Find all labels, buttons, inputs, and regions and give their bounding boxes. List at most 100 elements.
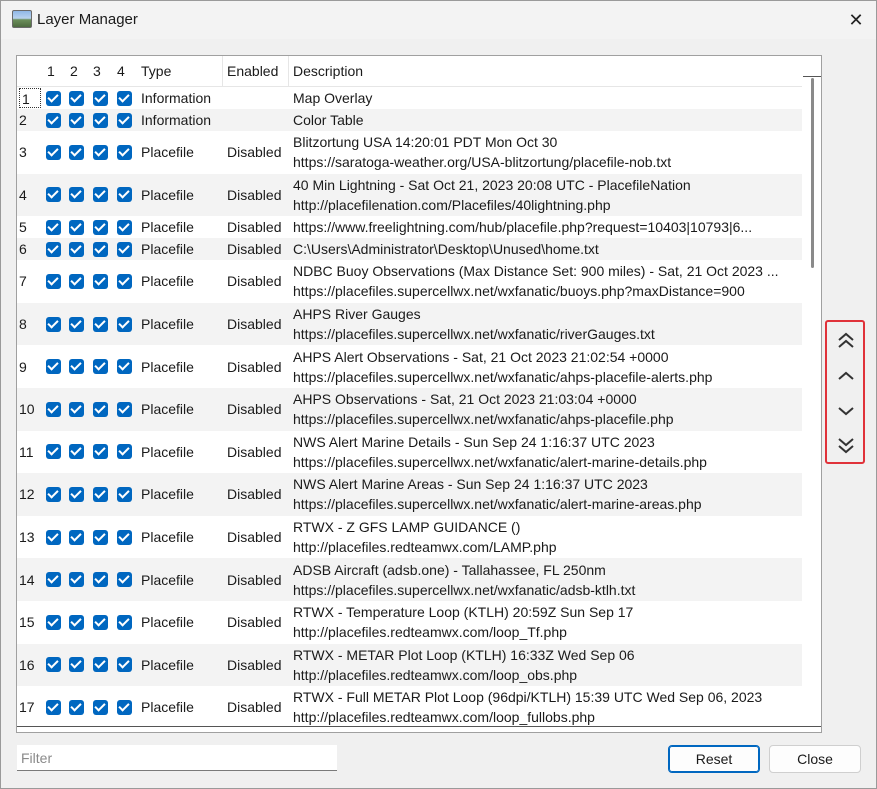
layer-checkbox-4[interactable] — [117, 486, 132, 502]
layer-checkbox-4[interactable] — [117, 572, 132, 588]
layer-checkbox-3[interactable] — [93, 444, 108, 460]
vertical-scrollbar[interactable] — [803, 56, 821, 732]
layer-checkbox-1[interactable] — [46, 657, 61, 673]
table-row[interactable]: 14 Placefile Disabled ADSB Aircraft (adsb.o… — [17, 558, 802, 601]
table-row[interactable]: 1 Information Map Overlay — [17, 87, 802, 109]
layer-checkbox-3[interactable] — [93, 112, 108, 128]
table-row[interactable]: 5 Placefile Disabled https://www.freelightn… — [17, 216, 802, 238]
layer-checkbox-4[interactable] — [117, 529, 132, 545]
layer-checkbox-1[interactable] — [46, 359, 61, 375]
move-down-button[interactable] — [833, 398, 859, 424]
layer-checkbox-1[interactable] — [46, 486, 61, 502]
layer-checkbox-3[interactable] — [93, 187, 108, 203]
reset-button[interactable]: Reset — [668, 745, 760, 773]
header-col-2[interactable]: 2 — [66, 56, 89, 86]
layer-checkbox-4[interactable] — [117, 144, 132, 160]
layer-checkbox-1[interactable] — [46, 401, 61, 417]
layer-checkbox-4[interactable] — [117, 273, 132, 289]
table-row[interactable]: 6 Placefile Disabled C:\Users\Administrator… — [17, 238, 802, 261]
layer-checkbox-4[interactable] — [117, 90, 132, 106]
layer-checkbox-2[interactable] — [69, 572, 84, 588]
layer-checkbox-4[interactable] — [117, 112, 132, 128]
table-row[interactable]: 7 Placefile Disabled NDBC Buoy Observations… — [17, 260, 802, 303]
layer-checkbox-4[interactable] — [117, 444, 132, 460]
move-to-bottom-button[interactable] — [833, 432, 859, 458]
header-col-4[interactable]: 4 — [113, 56, 137, 86]
table-row[interactable]: 8 Placefile Disabled AHPS River Gauges https… — [17, 302, 802, 346]
layer-checkbox-3[interactable] — [93, 572, 108, 588]
layer-checkbox-4[interactable] — [117, 241, 132, 257]
layer-checkbox-4[interactable] — [117, 657, 132, 673]
layer-checkbox-2[interactable] — [69, 486, 84, 502]
header-description[interactable]: Description — [289, 56, 799, 86]
layer-checkbox-1[interactable] — [46, 144, 61, 160]
layer-checkbox-2[interactable] — [69, 614, 84, 630]
layer-checkbox-4[interactable] — [117, 187, 132, 203]
layer-checkbox-1[interactable] — [46, 219, 61, 235]
layer-checkbox-1[interactable] — [46, 241, 61, 257]
layer-checkbox-2[interactable] — [69, 699, 84, 715]
layer-checkbox-2[interactable] — [69, 359, 84, 375]
layer-checkbox-1[interactable] — [46, 112, 61, 128]
layer-checkbox-3[interactable] — [93, 699, 108, 715]
layer-checkbox-3[interactable] — [93, 486, 108, 502]
layer-checkbox-1[interactable] — [46, 614, 61, 630]
table-row[interactable]: 2 Information Color Table — [17, 109, 802, 131]
layer-checkbox-2[interactable] — [69, 90, 84, 106]
layer-checkbox-1[interactable] — [46, 273, 61, 289]
table-row[interactable]: 11 Placefile Disabled NWS Alert Marine Deta… — [17, 431, 802, 474]
layer-checkbox-4[interactable] — [117, 359, 132, 375]
horizontal-scrollbar[interactable] — [17, 726, 821, 727]
close-button[interactable]: Close — [769, 745, 861, 773]
table-row[interactable]: 10 Placefile Disabled AHPS Observations - S… — [17, 388, 802, 431]
layer-checkbox-2[interactable] — [69, 112, 84, 128]
scrollbar-thumb[interactable] — [811, 78, 814, 268]
move-to-top-button[interactable] — [833, 328, 859, 354]
layer-checkbox-3[interactable] — [93, 657, 108, 673]
table-row[interactable]: 3 Placefile Disabled Blitzortung USA 14:20:… — [17, 131, 802, 174]
header-col-1[interactable]: 1 — [43, 56, 65, 86]
layer-checkbox-2[interactable] — [69, 144, 84, 160]
layer-checkbox-1[interactable] — [46, 90, 61, 106]
layer-checkbox-3[interactable] — [93, 241, 108, 257]
layer-checkbox-2[interactable] — [69, 657, 84, 673]
table-row[interactable]: 17 Placefile Disabled RTWX - Full METAR Plo… — [17, 686, 802, 729]
layer-checkbox-2[interactable] — [69, 187, 84, 203]
header-col-3[interactable]: 3 — [89, 56, 113, 86]
layer-checkbox-3[interactable] — [93, 614, 108, 630]
layer-checkbox-1[interactable] — [46, 187, 61, 203]
layer-checkbox-2[interactable] — [69, 316, 84, 332]
layer-checkbox-4[interactable] — [117, 699, 132, 715]
layer-checkbox-2[interactable] — [69, 401, 84, 417]
table-row[interactable]: 12 Placefile Disabled NWS Alert Marine Area… — [17, 473, 802, 516]
layer-checkbox-1[interactable] — [46, 529, 61, 545]
layer-checkbox-2[interactable] — [69, 529, 84, 545]
table-row[interactable]: 9 Placefile Disabled AHPS Alert Observation… — [17, 345, 802, 388]
layer-checkbox-4[interactable] — [117, 219, 132, 235]
layer-checkbox-3[interactable] — [93, 90, 108, 106]
layer-checkbox-1[interactable] — [46, 699, 61, 715]
header-type[interactable]: Type — [137, 56, 223, 86]
layer-checkbox-3[interactable] — [93, 529, 108, 545]
layer-checkbox-3[interactable] — [93, 144, 108, 160]
layer-checkbox-2[interactable] — [69, 241, 84, 257]
move-up-button[interactable] — [833, 363, 859, 389]
layer-checkbox-2[interactable] — [69, 219, 84, 235]
layer-checkbox-3[interactable] — [93, 273, 108, 289]
layer-checkbox-4[interactable] — [117, 401, 132, 417]
layer-checkbox-3[interactable] — [93, 316, 108, 332]
table-row[interactable]: 4 Placefile Disabled 40 Min Lightning - Sat… — [17, 173, 802, 217]
table-row[interactable]: 13 Placefile Disabled RTWX - Z GFS LAMP GUI… — [17, 516, 802, 559]
layer-checkbox-2[interactable] — [69, 273, 84, 289]
layer-checkbox-1[interactable] — [46, 572, 61, 588]
layer-checkbox-1[interactable] — [46, 444, 61, 460]
layer-checkbox-3[interactable] — [93, 219, 108, 235]
layer-checkbox-4[interactable] — [117, 316, 132, 332]
filter-input[interactable] — [17, 745, 337, 771]
layer-checkbox-4[interactable] — [117, 614, 132, 630]
close-icon[interactable]: ✕ — [839, 5, 873, 35]
layer-checkbox-3[interactable] — [93, 401, 108, 417]
layer-checkbox-3[interactable] — [93, 359, 108, 375]
table-row[interactable]: 15 Placefile Disabled RTWX - Temperature Lo… — [17, 601, 802, 644]
layer-checkbox-2[interactable] — [69, 444, 84, 460]
